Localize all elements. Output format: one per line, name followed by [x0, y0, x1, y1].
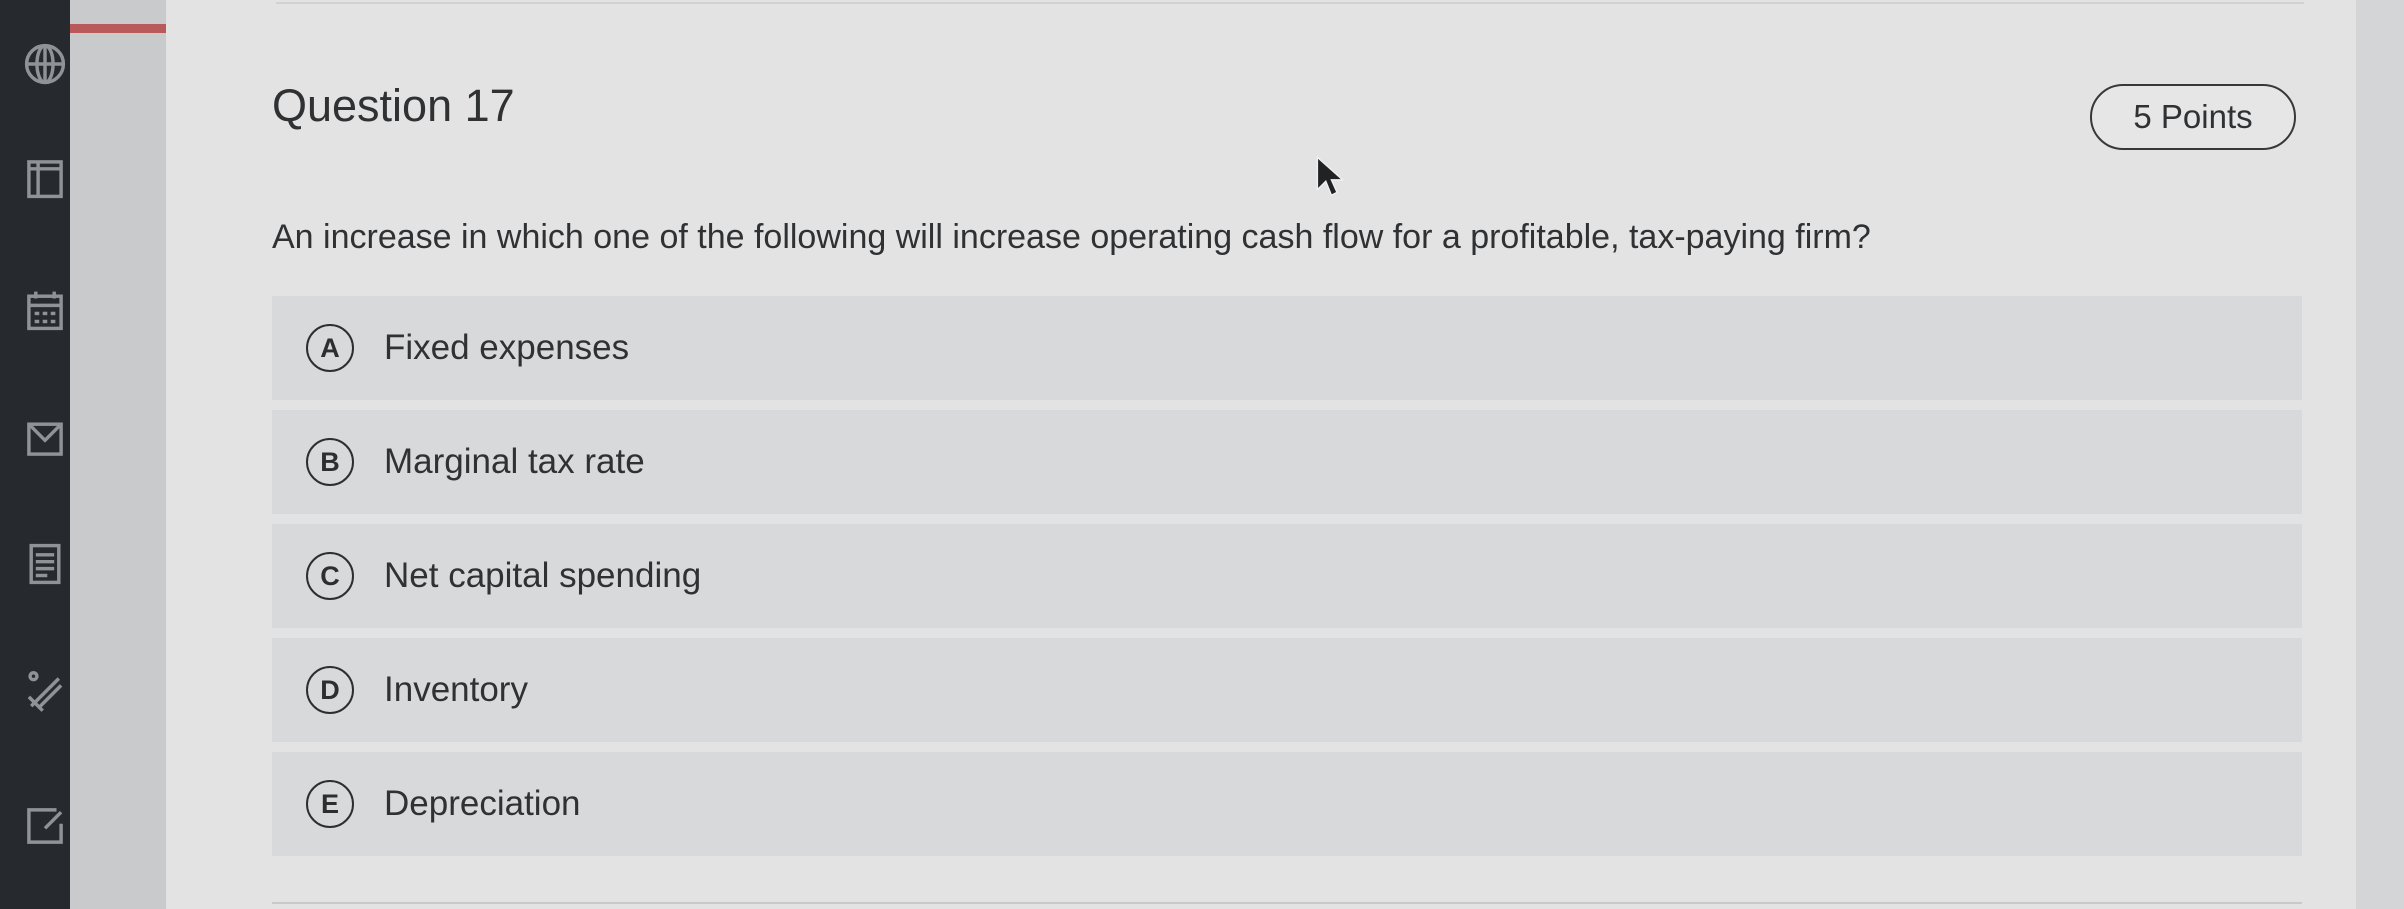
answer-option-b[interactable]: B Marginal tax rate: [272, 410, 2302, 514]
book-icon[interactable]: [22, 152, 68, 204]
question-title: Question 17: [272, 80, 515, 131]
answer-option-e[interactable]: E Depreciation: [272, 752, 2302, 856]
app-sidebar: [0, 0, 70, 909]
inbox-icon[interactable]: [22, 412, 68, 464]
calendar-icon[interactable]: [22, 284, 68, 336]
divider: [276, 2, 2304, 4]
option-label: Depreciation: [384, 784, 581, 823]
answer-options: A Fixed expenses B Marginal tax rate C N…: [272, 296, 2302, 866]
notes-icon[interactable]: [22, 538, 68, 590]
globe-icon[interactable]: [22, 38, 68, 90]
edit-icon[interactable]: [22, 800, 68, 852]
tools-icon[interactable]: [22, 664, 68, 716]
option-letter-badge: C: [306, 552, 354, 600]
active-indicator: [70, 24, 166, 33]
option-label: Marginal tax rate: [384, 442, 645, 481]
question-text: An increase in which one of the followin…: [272, 218, 1871, 256]
answer-option-d[interactable]: D Inventory: [272, 638, 2302, 742]
question-card: Question 17 5 Points An increase in whic…: [166, 0, 2356, 909]
answer-option-a[interactable]: A Fixed expenses: [272, 296, 2302, 400]
option-label: Inventory: [384, 670, 528, 709]
option-letter-badge: E: [306, 780, 354, 828]
answer-option-c[interactable]: C Net capital spending: [272, 524, 2302, 628]
divider: [272, 902, 2302, 904]
option-letter-badge: D: [306, 666, 354, 714]
option-label: Fixed expenses: [384, 328, 630, 367]
option-label: Net capital spending: [384, 556, 702, 595]
option-letter-badge: B: [306, 438, 354, 486]
option-letter-badge: A: [306, 324, 354, 372]
page-margin: [2356, 0, 2404, 909]
mouse-pointer-icon: [1316, 156, 1344, 197]
sidebar-gutter: [70, 0, 166, 909]
points-badge: 5 Points: [2090, 84, 2296, 150]
